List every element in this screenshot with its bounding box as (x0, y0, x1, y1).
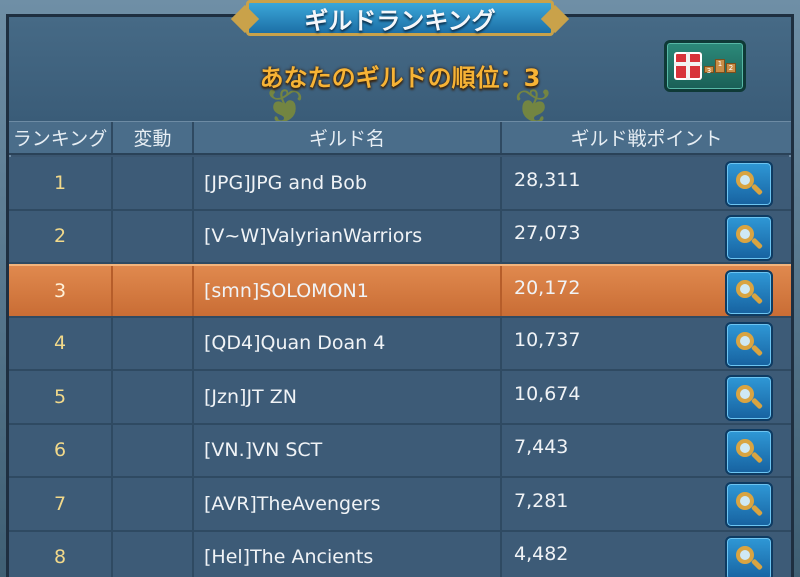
reward-gift-button[interactable]: 3 1 2 (664, 40, 746, 92)
row-guild-name: [AVR]TheAvengers (194, 478, 502, 530)
row-guild-name: [Jzn]JT ZN (194, 371, 502, 423)
column-guild-name: ギルド名 (194, 122, 502, 153)
table-row[interactable]: 4 [QD4]Quan Doan 4 10,737 (9, 317, 791, 371)
magnifier-icon (734, 169, 764, 199)
row-change (113, 531, 194, 577)
row-guild-name: [VN.]VN SCT (194, 424, 502, 476)
view-guild-button[interactable] (725, 321, 773, 368)
your-guild-rank: あなたのギルドの順位：3 (259, 64, 541, 92)
row-rank: 4 (9, 317, 113, 369)
row-guild-name: [smn]SOLOMON1 (194, 266, 502, 316)
row-rank: 5 (9, 371, 113, 423)
view-guild-button[interactable] (725, 535, 773, 577)
table-row[interactable]: 8 [Hel]The Ancients 4,482 (9, 531, 791, 577)
row-rank: 3 (9, 266, 113, 316)
magnifier-icon (734, 544, 764, 574)
table-row[interactable]: 2 [V~W]ValyrianWarriors 27,073 (9, 210, 791, 264)
podium-icon: 3 1 2 (704, 59, 736, 75)
row-rank: 6 (9, 424, 113, 476)
row-change (113, 157, 194, 209)
view-guild-button[interactable] (725, 428, 773, 475)
column-points: ギルド戦ポイント (570, 128, 723, 150)
podium-label: 1 (715, 59, 725, 73)
ranking-list: 1 [JPG]JPG and Bob 28,311 2 [V~W]Valyria… (9, 157, 791, 577)
row-change (113, 371, 194, 423)
row-rank: 7 (9, 478, 113, 530)
view-guild-button[interactable] (725, 161, 773, 207)
row-guild-name: [V~W]ValyrianWarriors (194, 210, 502, 262)
row-guild-name: [Hel]The Ancients (194, 531, 502, 577)
magnifier-icon (734, 383, 764, 413)
magnifier-icon (734, 278, 764, 308)
column-header: ランキング 変動 ギルド名 ギルド戦ポイント (9, 121, 791, 155)
row-guild-name: [QD4]Quan Doan 4 (194, 317, 502, 369)
podium-label: 2 (726, 63, 736, 73)
row-rank: 1 (9, 157, 113, 209)
view-guild-button[interactable] (725, 270, 773, 316)
magnifier-icon (734, 223, 764, 253)
row-change (113, 317, 194, 369)
magnifier-icon (734, 437, 764, 467)
table-row[interactable]: 1 [JPG]JPG and Bob 28,311 (9, 157, 791, 211)
gift-icon (674, 52, 702, 80)
magnifier-icon (734, 490, 764, 520)
row-change (113, 210, 194, 262)
table-row[interactable]: 6 [VN.]VN SCT 7,443 (9, 424, 791, 478)
row-change (113, 424, 194, 476)
table-row-own-guild[interactable]: 3 [smn]SOLOMON1 20,172 (9, 264, 791, 318)
column-rank: ランキング (9, 122, 113, 153)
view-guild-button[interactable] (725, 375, 773, 421)
row-rank: 2 (9, 210, 113, 262)
window-title: ギルドランキング (246, 0, 554, 36)
column-change: 変動 (113, 122, 194, 153)
magnifier-icon (734, 330, 764, 360)
view-guild-button[interactable] (725, 482, 773, 528)
row-change (113, 266, 194, 316)
row-guild-name: [JPG]JPG and Bob (194, 157, 502, 209)
row-change (113, 478, 194, 530)
table-row[interactable]: 7 [AVR]TheAvengers 7,281 (9, 478, 791, 532)
row-rank: 8 (9, 531, 113, 577)
podium-label: 3 (704, 66, 714, 75)
table-row[interactable]: 5 [Jzn]JT ZN 10,674 (9, 371, 791, 425)
view-guild-button[interactable] (725, 214, 773, 261)
